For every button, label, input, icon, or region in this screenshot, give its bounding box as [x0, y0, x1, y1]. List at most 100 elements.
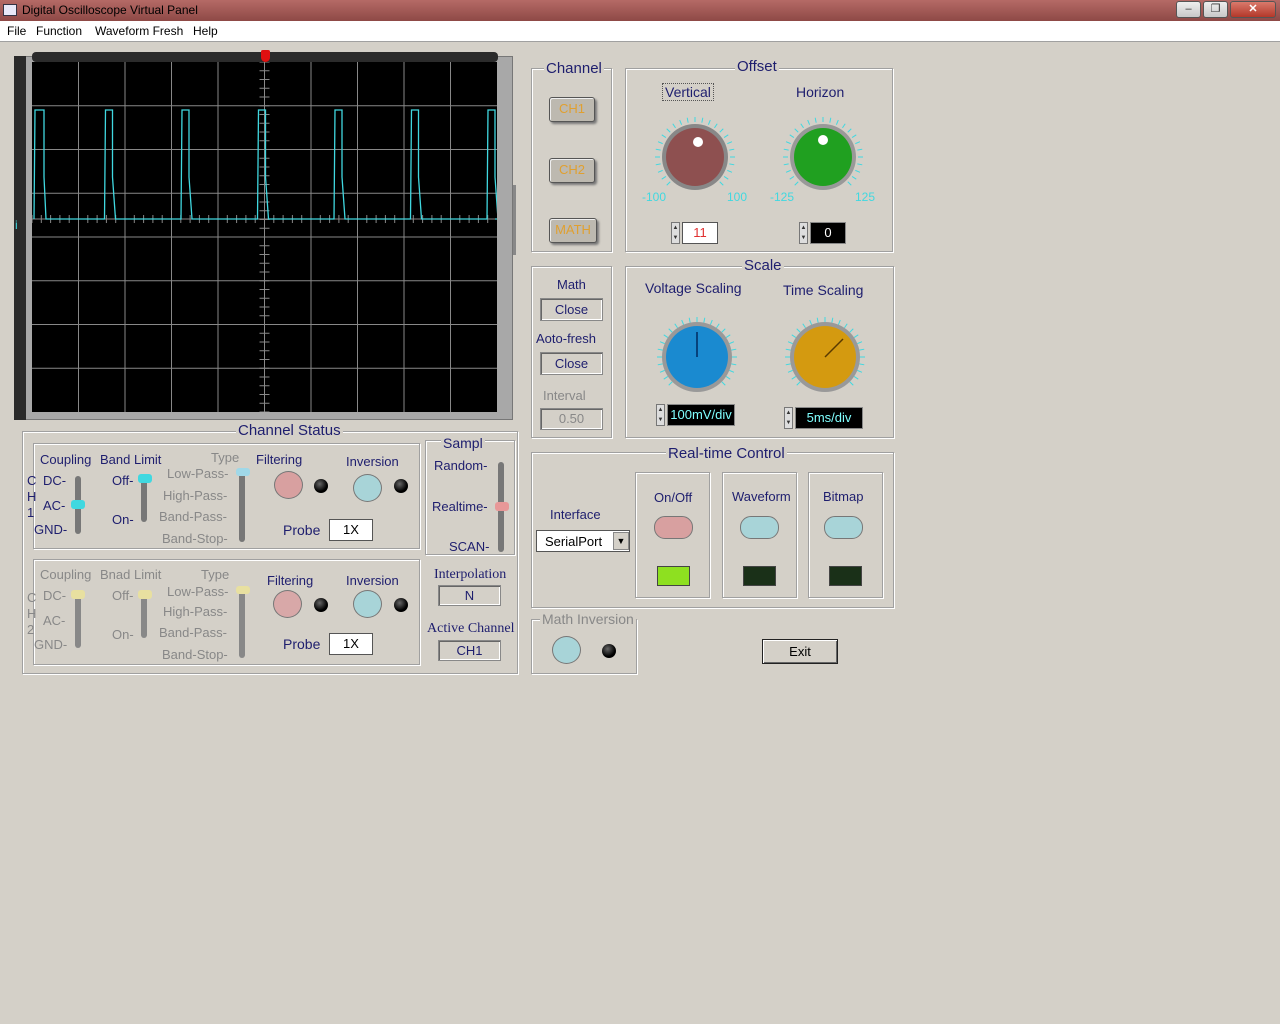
voltage-spinner[interactable]: ▲ ▼ — [656, 404, 665, 426]
menu-help[interactable]: Help — [193, 24, 218, 38]
sampl-scan: SCAN- — [449, 539, 490, 554]
knob-tick — [851, 134, 857, 138]
ch2-coupling-thumb[interactable] — [71, 590, 85, 599]
ch1-type-slider[interactable] — [239, 470, 245, 542]
onoff-led — [657, 566, 690, 586]
knob-tick — [837, 319, 841, 325]
knob-tick — [657, 348, 663, 351]
ch2-band-thumb[interactable] — [138, 590, 152, 599]
horizon-spinner[interactable]: ▲ ▼ — [799, 222, 808, 244]
voltage-value-field[interactable]: 100mV/div — [667, 404, 735, 426]
knob-tick — [714, 123, 718, 129]
interpolation-field[interactable]: N — [438, 585, 501, 606]
ch1-button[interactable]: CH1 — [549, 97, 595, 122]
knob-tick — [831, 317, 834, 323]
knob-tick — [731, 348, 737, 351]
ch1-coupling-ac: AC- — [43, 498, 66, 513]
maximize-button[interactable]: ❐ — [1203, 1, 1228, 18]
ch2-side-label: C H 2 — [27, 590, 36, 638]
ch2-type-thumb[interactable] — [236, 586, 250, 594]
knob-tick — [721, 381, 726, 386]
ch2-button[interactable]: CH2 — [549, 158, 595, 183]
knob-tick — [796, 381, 801, 386]
ch1-filtering-button[interactable] — [274, 471, 303, 499]
vertical-max: 100 — [727, 190, 748, 204]
sampl-thumb[interactable] — [495, 502, 509, 511]
math-state-field[interactable]: Close — [540, 298, 603, 321]
trigger-marker[interactable] — [261, 50, 270, 62]
interface-label: Interface — [550, 507, 601, 522]
chevron-down-icon[interactable]: ▼ — [613, 532, 629, 550]
interface-select[interactable]: SerialPort ▼ — [536, 530, 630, 552]
vertical-offset-knob[interactable] — [650, 112, 740, 202]
knob-tick — [663, 376, 669, 380]
waveform-label: Waveform — [732, 489, 791, 504]
ch2-probe-field[interactable]: 1X — [329, 633, 373, 655]
ch2-type-bandstop: Band-Stop- — [162, 647, 228, 662]
knob-tick — [787, 341, 793, 345]
time-scaling-knob[interactable] — [780, 312, 870, 402]
ch2-filtering-button[interactable] — [273, 590, 302, 618]
ch2-type-slider[interactable] — [239, 588, 245, 658]
ch-marker[interactable]: i — [15, 218, 18, 232]
voltage-scaling-knob[interactable] — [652, 312, 742, 402]
ch1-coupling-thumb[interactable] — [71, 500, 85, 509]
ch1-type-label: Type — [211, 450, 240, 465]
bitmap-button[interactable] — [824, 516, 863, 539]
ch1-band-on: On- — [112, 512, 134, 527]
close-button[interactable]: ✕ — [1230, 1, 1276, 18]
vertical-spinner[interactable]: ▲ ▼ — [671, 222, 680, 244]
knob-tick — [853, 376, 859, 380]
ch2-inversion-button[interactable] — [353, 590, 382, 618]
ch1-side-c: C — [27, 473, 37, 488]
ch2-coupling-gnd: GND- — [34, 637, 68, 652]
active-channel-field[interactable]: CH1 — [438, 640, 501, 661]
time-spinner[interactable]: ▲ ▼ — [784, 407, 793, 429]
knob-tick — [668, 381, 673, 386]
ch2-band-off: Off- — [112, 588, 134, 603]
minimize-button[interactable]: – — [1176, 1, 1201, 18]
ch1-band-thumb[interactable] — [138, 474, 152, 483]
horizon-value-field[interactable]: 0 — [810, 222, 846, 244]
knob-tick — [857, 369, 863, 373]
knob-tick — [729, 369, 735, 373]
scope-scroll-handle[interactable] — [513, 185, 516, 255]
ch1-band-off: Off- — [112, 473, 134, 488]
autofresh-state-field[interactable]: Close — [540, 352, 603, 375]
exit-button[interactable]: Exit — [762, 639, 838, 664]
math-inversion-button[interactable] — [552, 636, 581, 664]
knob-tick — [849, 328, 854, 333]
knob-tick — [857, 148, 863, 151]
waveform-button[interactable] — [740, 516, 779, 539]
time-value-field[interactable]: 5ms/div — [795, 407, 863, 429]
interpolation-label: Interpolation — [434, 567, 507, 582]
ch2-coupling-dc: DC- — [43, 588, 67, 603]
knob-tick — [686, 117, 689, 123]
menu-function[interactable]: Function — [36, 24, 82, 38]
knob-tick — [674, 323, 678, 329]
vertical-value-field[interactable]: 11 — [682, 222, 718, 244]
menu-waveform-fresh[interactable]: Waveform Fresh — [95, 24, 183, 38]
ch1-probe-label: Probe — [283, 522, 321, 538]
knob-tick — [842, 123, 846, 129]
onoff-button[interactable] — [654, 516, 693, 539]
sampl-random: Random- — [434, 458, 488, 473]
ch1-probe-field[interactable]: 1X — [329, 519, 373, 541]
knob-tick — [681, 319, 685, 325]
ch2-side-h: H — [27, 606, 37, 621]
ch1-side-label: C H 1 — [27, 473, 36, 521]
ch1-type-thumb[interactable] — [236, 468, 250, 476]
math-label: Math — [557, 277, 586, 292]
ch2-filtering-led — [314, 598, 328, 612]
horizon-offset-knob[interactable] — [778, 112, 868, 202]
bitmap-led — [829, 566, 862, 586]
math-inversion-group — [531, 619, 637, 674]
knob-tick — [809, 319, 813, 325]
interface-value: SerialPort — [545, 534, 603, 549]
ch2-filtering-label: Filtering — [267, 573, 314, 588]
scope-screen[interactable] — [32, 62, 497, 412]
menu-file[interactable]: File — [7, 24, 26, 38]
math-button[interactable]: MATH — [549, 218, 597, 243]
ch1-inversion-button[interactable] — [353, 474, 382, 502]
ch2-coupling-slider[interactable] — [75, 592, 81, 648]
